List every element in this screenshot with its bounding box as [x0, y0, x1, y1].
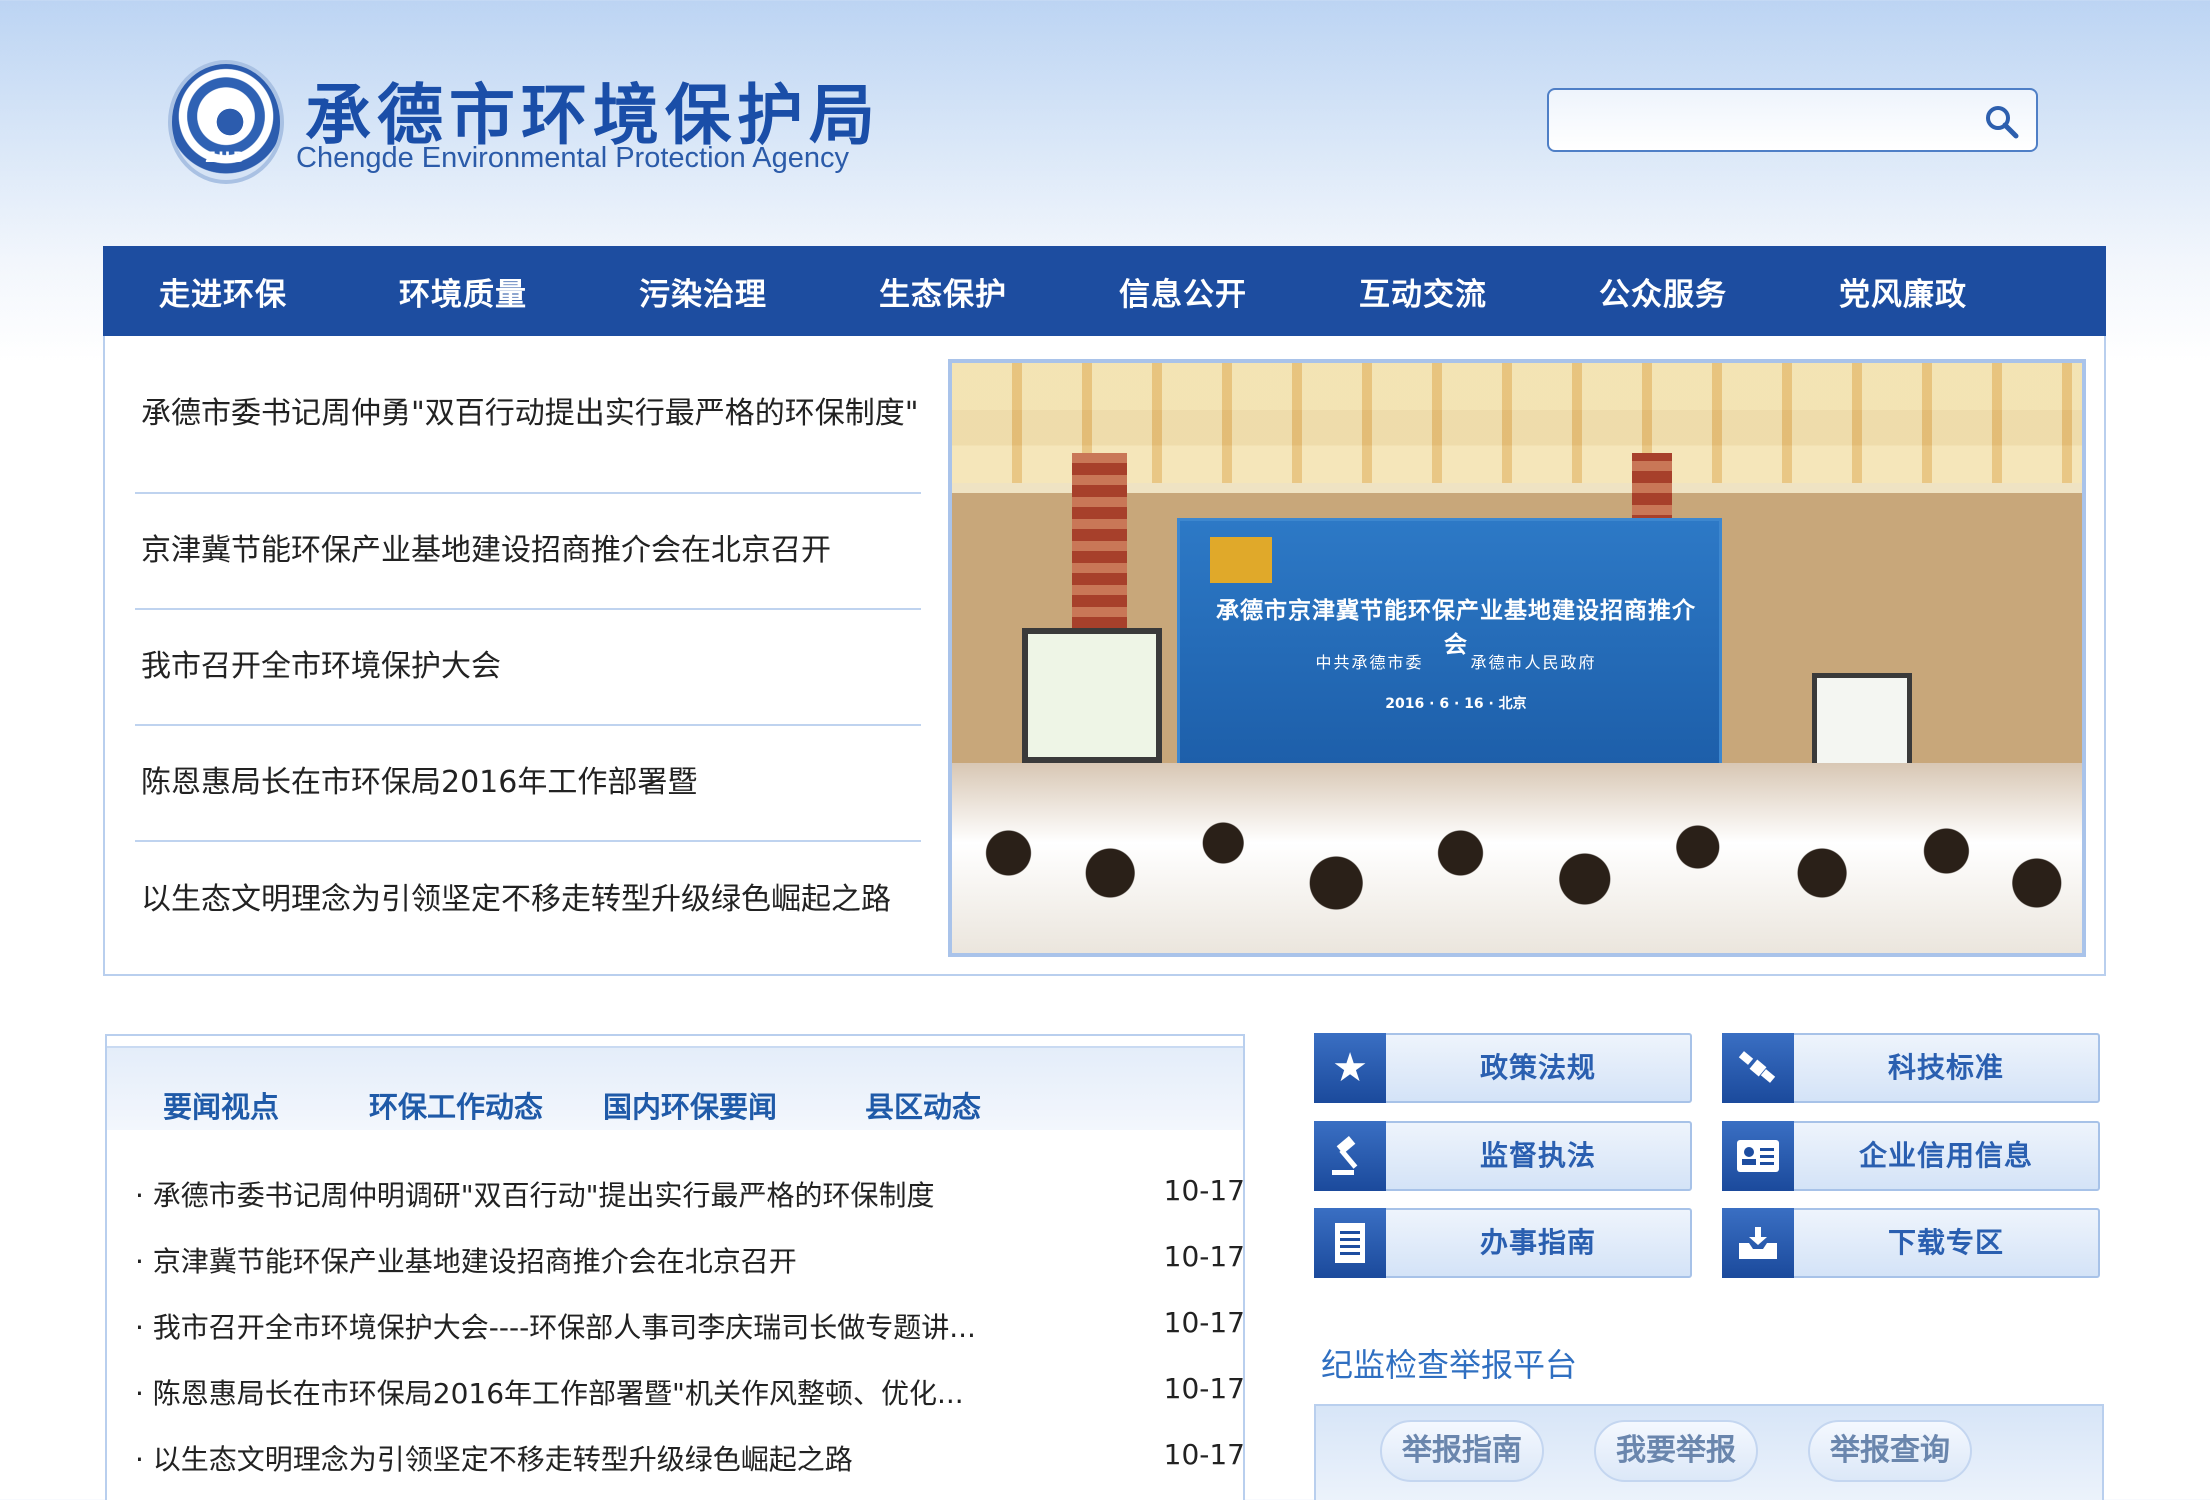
news-date: 10-17: [1163, 1438, 1245, 1471]
quick-link-label: 企业信用信息: [1858, 1139, 2033, 1172]
id-card-icon: [1722, 1121, 1794, 1191]
nav-item-ecology-protection[interactable]: 生态保护: [823, 269, 1063, 314]
banner-logo: [1210, 537, 1272, 583]
search-input[interactable]: [1561, 100, 1961, 140]
nav-item-interaction[interactable]: 互动交流: [1303, 269, 1543, 314]
news-date: 10-17: [1163, 1306, 1245, 1339]
nav-item-party-integrity[interactable]: 党风廉政: [1783, 269, 2023, 314]
satellite-icon: [1722, 1033, 1794, 1103]
nav-item-public-service[interactable]: 公众服务: [1543, 269, 1783, 314]
tab-domestic-news[interactable]: 国内环保要闻: [603, 1084, 777, 1126]
quick-link-label: 政策法规: [1479, 1051, 1596, 1084]
document-icon: [1314, 1208, 1386, 1278]
globe-icon: [210, 98, 250, 138]
headline-item[interactable]: 承德市委书记周仲勇"双百行动提出实行最严格的环保制度": [135, 374, 921, 494]
quick-link-label: 监督执法: [1479, 1139, 1596, 1172]
news-row[interactable]: · 京津冀节能环保产业基地建设招商推介会在北京召开 10-17: [135, 1240, 1245, 1290]
main-nav: 走进环保 环境质量 污染治理 生态保护 信息公开 互动交流 公众服务 党风廉政: [103, 246, 2106, 336]
headline-item[interactable]: 京津冀节能环保产业基地建设招商推介会在北京召开: [135, 494, 921, 610]
quick-link-downloads[interactable]: 下载专区: [1722, 1208, 2100, 1278]
search-icon[interactable]: [1984, 104, 2020, 140]
headline-item[interactable]: 陈恩惠局长在市环保局2016年工作部署暨: [135, 726, 921, 842]
news-date: 10-17: [1163, 1174, 1245, 1207]
nav-item-pollution-control[interactable]: 污染治理: [583, 269, 823, 314]
news-title: · 京津冀节能环保产业基地建设招商推介会在北京召开: [135, 1245, 797, 1278]
tab-work-updates[interactable]: 环保工作动态: [369, 1084, 543, 1126]
report-query-button[interactable]: 举报查询: [1808, 1420, 1972, 1482]
headline-item[interactable]: 以生态文明理念为引领坚定不移走转型升级绿色崛起之路: [135, 842, 921, 958]
nav-item-environment-quality[interactable]: 环境质量: [343, 269, 583, 314]
news-panel: 要闻视点 环保工作动态 国内环保要闻 县区动态 · 承德市委书记周仲明调研"双百…: [105, 1034, 1245, 1500]
headline-item[interactable]: 我市召开全市环境保护大会: [135, 610, 921, 726]
news-row[interactable]: · 我市召开全市环境保护大会----环保部人事司李庆瑞司长做专题讲... 10-…: [135, 1306, 1245, 1356]
site-subtitle: Chengde Environmental Protection Agency: [296, 142, 849, 174]
news-tabs: 要闻视点 环保工作动态 国内环保要闻 县区动态: [107, 1046, 1243, 1130]
news-title: · 以生态文明理念为引领坚定不移走转型升级绿色崛起之路: [135, 1443, 853, 1476]
quick-link-standards[interactable]: 科技标准: [1722, 1033, 2100, 1103]
tab-key-news[interactable]: 要闻视点: [163, 1084, 279, 1126]
emblem-text: ZHB: [205, 150, 247, 166]
headline-section: 承德市委书记周仲勇"双百行动提出实行最严格的环保制度" 京津冀节能环保产业基地建…: [103, 336, 2106, 976]
news-row[interactable]: · 承德市委书记周仲明调研"双百行动"提出实行最严格的环保制度 10-17: [135, 1174, 1245, 1224]
quick-link-enforcement[interactable]: 监督执法: [1314, 1121, 1692, 1191]
news-date: 10-17: [1163, 1372, 1245, 1405]
report-submit-button[interactable]: 我要举报: [1594, 1420, 1758, 1482]
gavel-icon: [1314, 1121, 1386, 1191]
conference-photo[interactable]: 承德市京津冀节能环保产业基地建设招商推介会 中共承德市委 承德市人民政府 201…: [948, 359, 2086, 957]
news-title: · 陈恩惠局长在市环保局2016年工作部署暨"机关作风整顿、优化...: [135, 1377, 964, 1410]
news-title: · 我市召开全市环境保护大会----环保部人事司李庆瑞司长做专题讲...: [135, 1311, 976, 1344]
quick-link-label: 办事指南: [1479, 1226, 1596, 1259]
tab-county-updates[interactable]: 县区动态: [865, 1084, 981, 1126]
conference-banner: 承德市京津冀节能环保产业基地建设招商推介会 中共承德市委 承德市人民政府 201…: [1177, 518, 1722, 783]
banner-date: 2016 · 6 · 16 · 北京: [1385, 696, 1527, 712]
search-box: [1547, 88, 2038, 152]
star-icon: ★: [1314, 1033, 1386, 1103]
report-guide-button[interactable]: 举报指南: [1380, 1420, 1544, 1482]
news-row[interactable]: · 陈恩惠局长在市环保局2016年工作部署暨"机关作风整顿、优化... 10-1…: [135, 1372, 1245, 1422]
report-platform-bar: 举报指南 我要举报 举报查询: [1314, 1404, 2104, 1500]
quick-link-policy[interactable]: ★ 政策法规: [1314, 1033, 1692, 1103]
quick-link-label: 下载专区: [1887, 1226, 2004, 1259]
download-tray-icon: [1722, 1208, 1794, 1278]
quick-link-label: 科技标准: [1887, 1051, 2004, 1084]
news-date: 10-17: [1163, 1240, 1245, 1273]
banner-orgs: 中共承德市委 承德市人民政府: [1315, 653, 1597, 672]
nav-item-about[interactable]: 走进环保: [103, 269, 343, 314]
nav-item-information-disclosure[interactable]: 信息公开: [1063, 269, 1303, 314]
news-title: · 承德市委书记周仲明调研"双百行动"提出实行最严格的环保制度: [135, 1179, 935, 1212]
news-row[interactable]: · 以生态文明理念为引领坚定不移走转型升级绿色崛起之路 10-17: [135, 1438, 1245, 1488]
quick-link-guide[interactable]: 办事指南: [1314, 1208, 1692, 1278]
agency-emblem[interactable]: ZHB: [168, 60, 284, 184]
report-platform-title: 纪监检查举报平台: [1321, 1346, 1578, 1384]
quick-link-credit-info[interactable]: 企业信用信息: [1722, 1121, 2100, 1191]
headline-list: 承德市委书记周仲勇"双百行动提出实行最严格的环保制度" 京津冀节能环保产业基地建…: [135, 374, 921, 958]
projection-screen: [1022, 628, 1162, 763]
photo-audience: [952, 763, 2082, 953]
